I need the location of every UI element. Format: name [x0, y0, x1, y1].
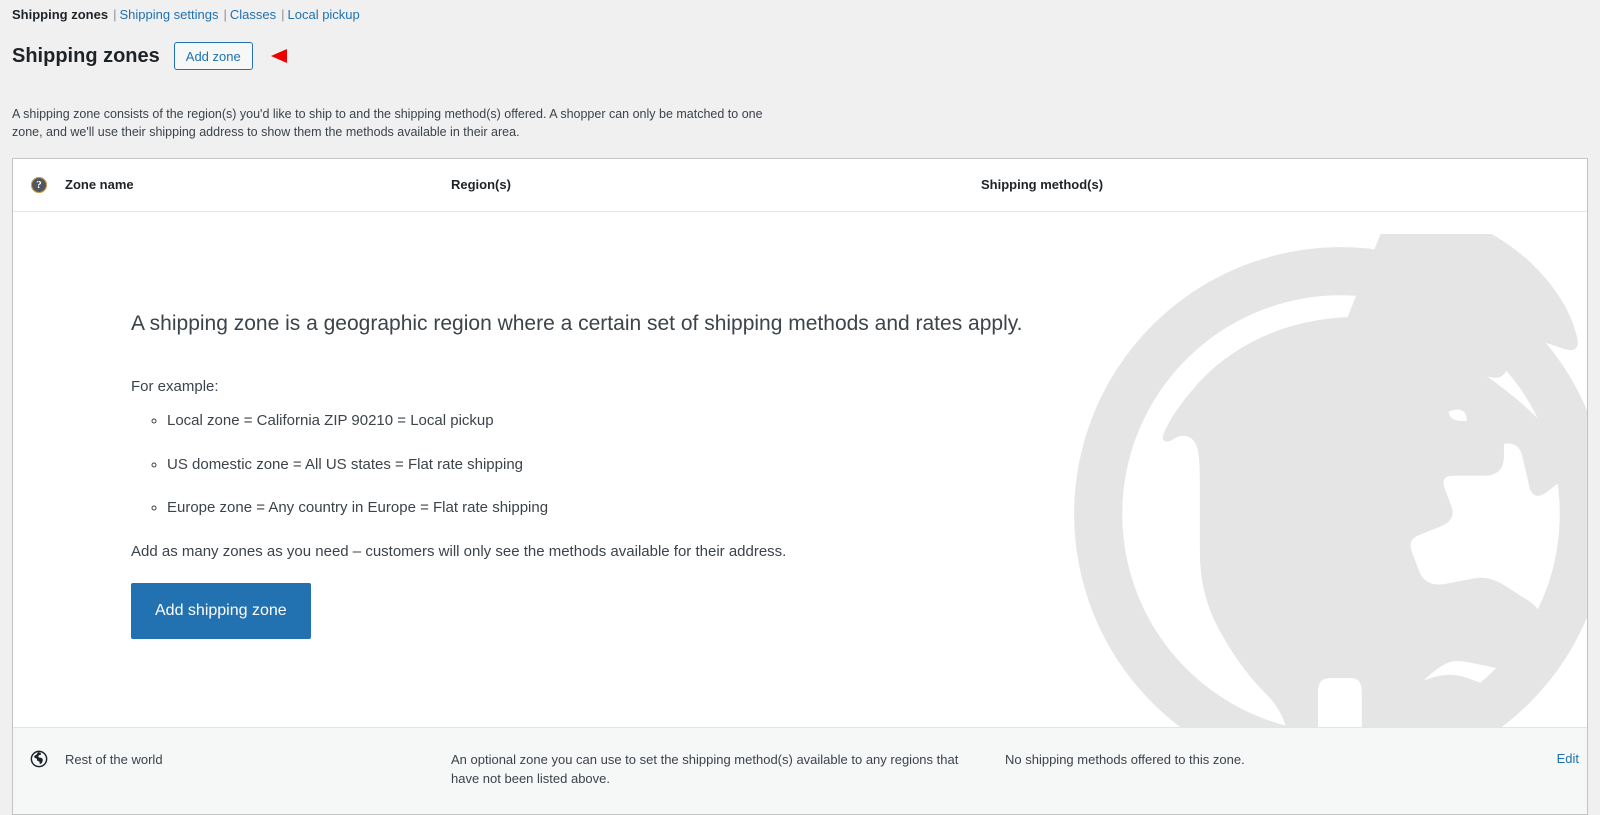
- subnav-item-local-pickup[interactable]: Local pickup: [288, 7, 360, 22]
- column-header-zone-name: Zone name: [65, 177, 134, 192]
- empty-state-body: A shipping zone is a geographic region w…: [13, 212, 1587, 727]
- empty-state-example-list: Local zone = California ZIP 90210 = Loca…: [131, 410, 1587, 520]
- page-title-row: Shipping zones Add zone: [0, 24, 1600, 74]
- column-header-regions: Region(s): [451, 177, 511, 192]
- table-header-row: ? Zone name Region(s) Shipping method(s): [13, 159, 1587, 212]
- subnav-separator-2: |: [223, 7, 227, 22]
- subnav-separator-3: |: [281, 7, 285, 22]
- list-item: US domestic zone = All US states = Flat …: [167, 454, 1587, 477]
- rest-of-world-shipping-methods: No shipping methods offered to this zone…: [1005, 751, 1245, 767]
- red-arrow-left-marker-icon: [270, 49, 287, 63]
- rest-of-world-actions-cell: Edit: [1519, 750, 1587, 768]
- rest-of-world-region-description: An optional zone you can use to set the …: [451, 751, 959, 786]
- subnav-item-shipping-zones[interactable]: Shipping zones: [12, 7, 108, 22]
- page-title: Shipping zones: [12, 45, 160, 67]
- table-row[interactable]: Rest of the world An optional zone you c…: [13, 726, 1587, 814]
- table-header-handle-cell: ?: [13, 176, 65, 193]
- shipping-zones-description: A shipping zone consists of the region(s…: [12, 106, 763, 139]
- empty-state-note: Add as many zones as you need – customer…: [131, 542, 787, 560]
- subnav-item-classes[interactable]: Classes: [230, 7, 276, 22]
- add-shipping-zone-button[interactable]: Add shipping zone: [131, 583, 311, 640]
- help-circle-icon[interactable]: ?: [31, 176, 47, 193]
- empty-state-content: A shipping zone is a geographic region w…: [13, 212, 1587, 640]
- list-item: Europe zone = Any country in Europe = Fl…: [167, 497, 1587, 520]
- column-header-shipping-methods: Shipping method(s): [981, 177, 1104, 192]
- edit-link[interactable]: Edit: [1557, 751, 1579, 766]
- list-item: Local zone = California ZIP 90210 = Loca…: [167, 410, 1587, 433]
- rest-of-world-icon-cell: [13, 750, 65, 768]
- globe-icon: [30, 750, 48, 767]
- empty-state-heading: A shipping zone is a geographic region w…: [131, 311, 1023, 335]
- empty-state-example-label: For example:: [131, 377, 219, 395]
- subnav-separator-1: |: [113, 7, 117, 22]
- rest-of-world-zone-name: Rest of the world: [65, 751, 163, 767]
- add-zone-button[interactable]: Add zone: [173, 42, 253, 70]
- subnav-item-shipping-settings[interactable]: Shipping settings: [119, 7, 218, 22]
- subnav: Shipping zones | Shipping settings | Classes…: [0, 0, 1600, 24]
- shipping-zones-table: ? Zone name Region(s) Shipping method(s)…: [12, 157, 1588, 815]
